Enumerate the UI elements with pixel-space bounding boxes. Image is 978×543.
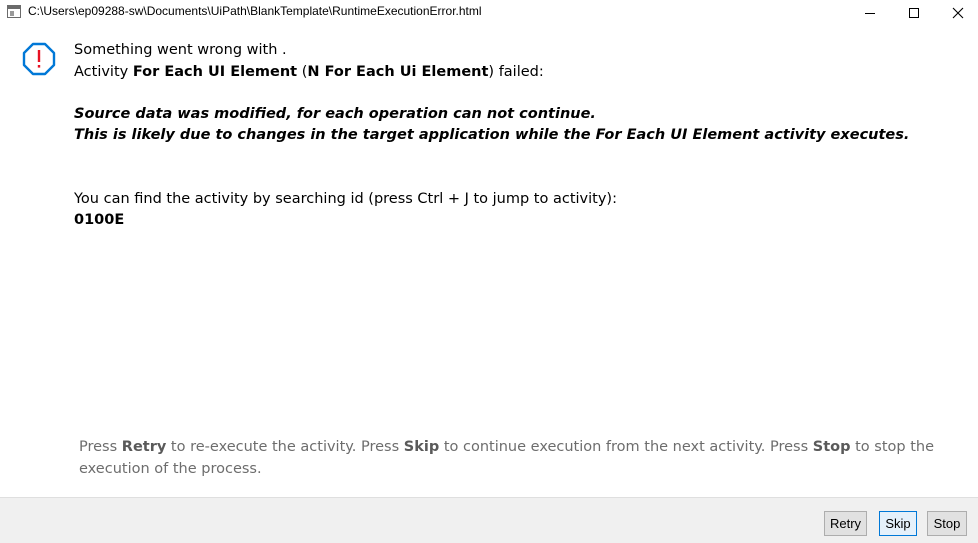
help-part1: Press — [79, 439, 122, 455]
search-hint: You can find the activity by searching i… — [74, 191, 617, 207]
error-detail-line2: This is likely due to changes in the tar… — [74, 127, 910, 143]
button-bar: Retry Skip Stop — [0, 497, 978, 543]
maximize-button[interactable] — [891, 0, 937, 26]
error-octagon-icon — [22, 42, 56, 76]
activity-paren-open: ( — [297, 64, 308, 80]
window-title: C:\Users\ep09288-sw\Documents\UiPath\Bla… — [28, 4, 482, 18]
activity-suffix: ) failed: — [488, 64, 544, 80]
maximize-icon — [909, 8, 919, 18]
help-part2: to re-execute the activity. Press — [166, 439, 404, 455]
help-skip-word: Skip — [403, 439, 440, 455]
activity-failed-line: Activity For Each UI Element (N For Each… — [74, 62, 544, 83]
help-text: Press Retry to re-execute the activity. … — [79, 436, 974, 480]
activity-name: For Each UI Element — [132, 64, 298, 80]
close-button[interactable] — [935, 0, 978, 26]
help-stop-word: Stop — [812, 439, 851, 455]
retry-button[interactable]: Retry — [824, 511, 867, 536]
help-part3: to continue execution from the next acti… — [439, 439, 813, 455]
error-content: Something went wrong with . Activity For… — [0, 27, 978, 497]
error-heading: Something went wrong with . — [74, 42, 287, 58]
error-detail-line1: Source data was modified, for each opera… — [74, 106, 596, 122]
stop-button[interactable]: Stop — [927, 511, 967, 536]
activity-display-name: N For Each Ui Element — [307, 64, 489, 80]
minimize-button[interactable] — [847, 0, 893, 26]
skip-button[interactable]: Skip — [879, 511, 917, 536]
close-icon — [952, 7, 964, 19]
window-icon — [7, 5, 21, 18]
help-retry-word: Retry — [121, 439, 167, 455]
title-bar: C:\Users\ep09288-sw\Documents\UiPath\Bla… — [0, 0, 978, 26]
activity-id: 0100E — [74, 212, 125, 228]
activity-prefix: Activity — [74, 64, 133, 80]
minimize-icon — [865, 12, 875, 14]
